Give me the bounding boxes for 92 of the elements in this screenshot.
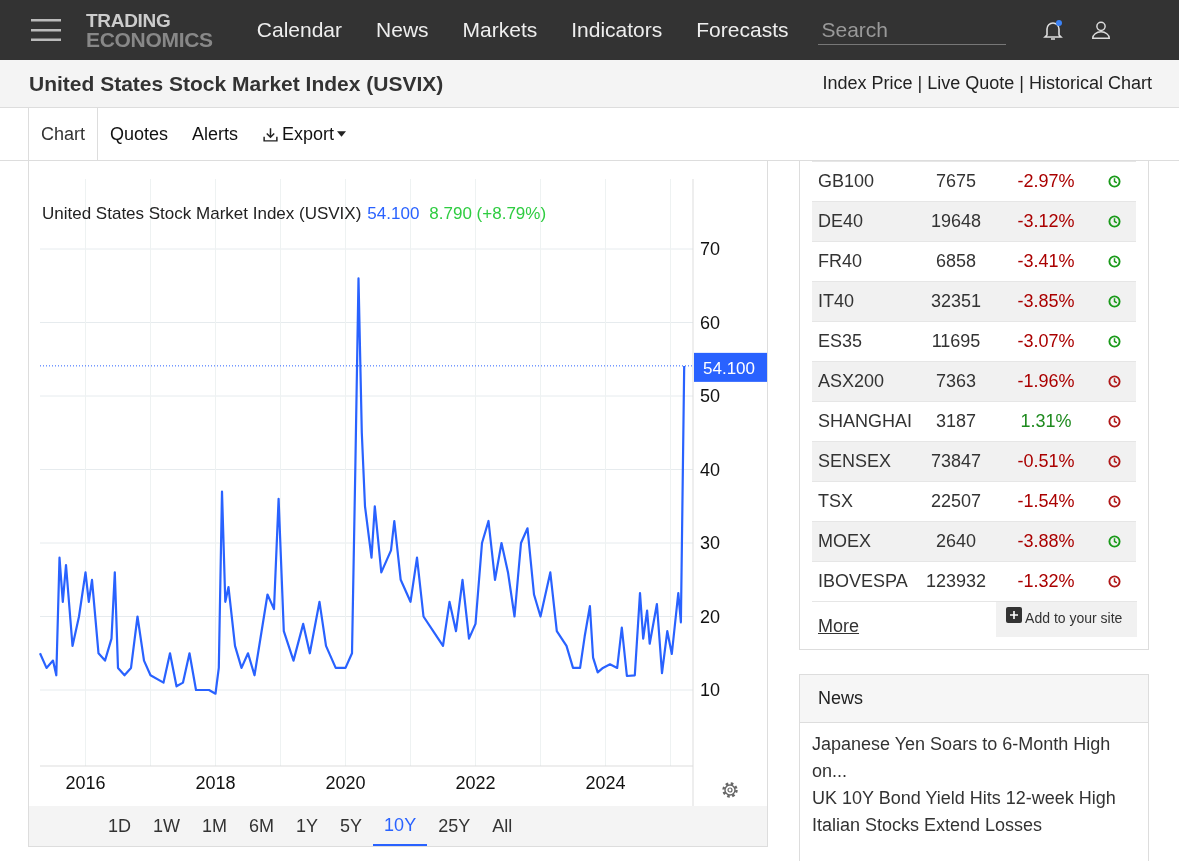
page-link[interactable]: Index Price (822, 73, 913, 94)
axis-label: 2022 (455, 773, 496, 793)
ref-line-label: 54.100 (703, 358, 755, 378)
market-change: -3.88% (1017, 531, 1075, 552)
range-button[interactable]: All (481, 806, 524, 846)
price-tag: 54.100 (694, 352, 767, 382)
more-link[interactable]: More (812, 602, 865, 637)
market-name: IBOVESPA (817, 571, 908, 592)
market-row[interactable]: IT40 32351 -3.85% (812, 281, 1136, 321)
market-price: 3187 (935, 411, 976, 432)
market-price: 7363 (935, 371, 976, 392)
market-name: SHANGHAI (817, 411, 913, 432)
axis-label: 2018 (195, 773, 236, 793)
market-name: MOEX (817, 531, 871, 552)
market-change: -3.85% (1017, 291, 1075, 312)
page-link[interactable]: Live Quote (927, 73, 1015, 94)
nav-link[interactable]: News (359, 18, 446, 42)
range-button[interactable]: 1Y (285, 806, 330, 846)
search-field[interactable]: Search (817, 15, 1006, 45)
range-button[interactable]: 1D (97, 806, 142, 846)
market-change: -0.51% (1017, 451, 1075, 472)
market-price: 123932 (925, 571, 987, 592)
market-row[interactable]: SENSEX 73847 -0.51% (812, 441, 1136, 481)
market-price: 6858 (935, 251, 976, 272)
axis-label: 30 (700, 533, 721, 553)
headline-link[interactable]: Italian Stocks Extend Losses (812, 812, 1136, 839)
market-price: 2640 (935, 531, 976, 552)
axis-label: 60 (700, 312, 721, 333)
axis-label: 2020 (325, 773, 366, 793)
chart-legend: United States Stock Market Index (USVIX) 54.100 8.790 (+8.79%) (42, 204, 547, 223)
nav-link[interactable]: Indicators (554, 18, 680, 42)
market-change: -3.12% (1017, 211, 1075, 232)
market-name: ES35 (817, 331, 863, 352)
nav-link[interactable]: Forecasts (679, 18, 806, 42)
range-button[interactable]: 25Y (427, 806, 482, 846)
axis-label: 70 (700, 239, 721, 259)
market-name: TSX (817, 491, 853, 512)
market-name: IT40 (817, 291, 855, 312)
axis-label: 10 (700, 680, 721, 700)
range-button[interactable]: 1W (142, 806, 191, 846)
range-button[interactable]: 1M (191, 806, 239, 846)
market-change: -2.97% (1017, 171, 1075, 192)
range-button[interactable]: 10Y (373, 806, 428, 846)
settings-icon[interactable] (722, 782, 738, 798)
market-change: -3.41% (1017, 251, 1075, 272)
market-change: -1.32% (1017, 571, 1075, 592)
bell-icon[interactable] (1040, 18, 1065, 42)
axis-label: 50 (700, 386, 721, 406)
market-change: -1.54% (1017, 491, 1075, 512)
market-price: 73847 (930, 451, 982, 472)
market-change: -3.07% (1017, 331, 1075, 352)
market-name: ASX200 (817, 371, 885, 392)
axis-label: 20 (700, 606, 721, 627)
market-row[interactable]: MOEX 2640 -3.88% (812, 521, 1136, 561)
separator: | (917, 73, 923, 94)
tab[interactable]: Quotes (98, 108, 181, 160)
tab[interactable]: Chart (28, 108, 98, 160)
market-price: 11695 (931, 331, 981, 352)
market-change: -1.96% (1017, 371, 1075, 392)
separator: | (1019, 73, 1024, 94)
axis-label: 2016 (65, 773, 106, 793)
add-widget-button[interactable]: Add to your site (996, 602, 1137, 637)
market-price: 19648 (930, 211, 982, 232)
market-change: 1.31% (1020, 411, 1072, 432)
headline-link[interactable]: Japanese Yen Soars to 6-Month High on... (812, 731, 1136, 785)
nav-link[interactable]: Markets (445, 18, 555, 42)
market-name: SENSEX (817, 451, 892, 472)
logo[interactable]: TRADING ECONOMICS (86, 11, 213, 49)
user-icon[interactable] (1089, 19, 1112, 41)
market-row[interactable]: DE40 19648 -3.12% (812, 201, 1136, 241)
axis-label: 40 (700, 459, 721, 480)
plus-icon (1006, 607, 1022, 623)
headline-link[interactable]: UK 10Y Bond Yield Hits 12-week High (812, 785, 1136, 812)
axis-label: 2024 (585, 773, 626, 793)
news-header: News (800, 675, 1148, 723)
market-price: 7675 (935, 171, 976, 192)
page-title: United States Stock Market Index (USVIX) (29, 71, 444, 96)
market-name: FR40 (817, 251, 862, 272)
download-icon (262, 125, 280, 143)
caret-icon (337, 131, 347, 137)
tab[interactable]: Alerts (180, 108, 251, 160)
menu-icon[interactable] (31, 19, 61, 41)
market-price: 32351 (930, 291, 982, 312)
range-button[interactable]: 5Y (329, 806, 374, 846)
nav-link[interactable]: Calendar (239, 18, 360, 42)
market-row[interactable]: ASX200 7363 -1.96% (812, 361, 1136, 401)
range-button[interactable]: 6M (238, 806, 286, 846)
market-price: 22507 (930, 491, 982, 512)
export-menu[interactable]: Export (250, 108, 359, 160)
page-link[interactable]: Historical Chart (1028, 73, 1152, 94)
market-name: GB100 (817, 171, 875, 192)
market-name: DE40 (817, 211, 864, 232)
